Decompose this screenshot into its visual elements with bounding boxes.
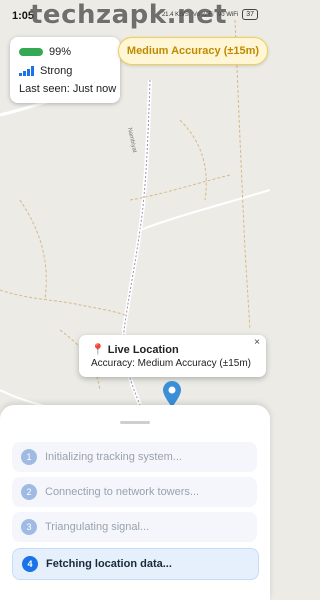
popup-accuracy: Accuracy: Medium Accuracy (±15m): [91, 358, 251, 369]
step-number-1: 1: [21, 449, 37, 465]
tracking-bottom-sheet: 1 Initializing tracking system... 2 Conn…: [0, 405, 270, 600]
battery-row: 99%: [19, 46, 71, 58]
step-number-3: 3: [21, 519, 37, 535]
step-label-4: Fetching location data...: [46, 558, 172, 570]
watermark: techzapk.net: [30, 0, 228, 30]
step-number-2: 2: [21, 484, 37, 500]
signal-row: Strong: [19, 65, 72, 77]
device-info-card: 99% Strong Last seen: Just now: [10, 37, 120, 103]
step-item-2: 2 Connecting to network towers...: [12, 477, 257, 507]
battery-percent: 99%: [49, 46, 72, 58]
battery-bar-icon: [19, 48, 43, 56]
popup-title-row: 📍 Live Location: [91, 343, 179, 356]
popup-title: Live Location: [107, 344, 179, 356]
last-seen-row: Last seen: Just now: [19, 83, 116, 95]
location-pin-icon[interactable]: [163, 381, 181, 407]
step-label-1: Initializing tracking system...: [45, 451, 182, 463]
sheet-drag-handle[interactable]: [120, 421, 150, 424]
battery-indicator: 37: [242, 9, 258, 20]
step-item-1: 1 Initializing tracking system...: [12, 442, 257, 472]
step-number-4: 4: [22, 556, 38, 572]
pushpin-icon: 📍: [91, 344, 105, 356]
close-icon[interactable]: ×: [254, 337, 260, 348]
step-label-3: Triangulating signal...: [45, 521, 150, 533]
accuracy-badge: Medium Accuracy (±15m): [118, 37, 268, 65]
signal-bars-icon: [19, 66, 34, 76]
last-seen-text: Last seen: Just now: [19, 83, 117, 95]
step-label-2: Connecting to network towers...: [45, 486, 200, 498]
signal-label: Strong: [40, 65, 73, 77]
step-item-3: 3 Triangulating signal...: [12, 512, 257, 542]
live-location-popup[interactable]: 📍 Live Location Accuracy: Medium Accurac…: [79, 335, 266, 377]
step-item-4: 4 Fetching location data...: [12, 548, 259, 580]
